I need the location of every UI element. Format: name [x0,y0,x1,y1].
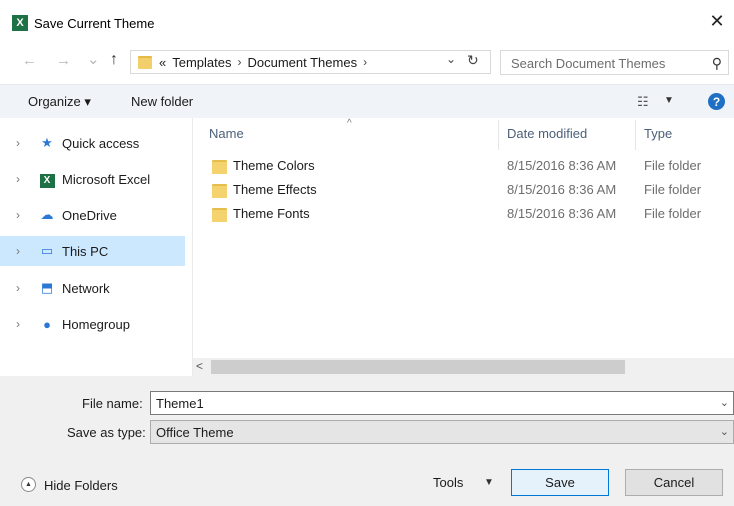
save-as-type-select[interactable]: Office Theme ⌄ [150,420,734,444]
table-row[interactable]: Theme Fonts 8/15/2016 8:36 AM File folde… [193,203,734,227]
folder-icon [212,208,227,222]
file-name-field[interactable]: Theme1 ⌄ [150,391,734,415]
expand-chevron-icon[interactable]: › [16,244,30,258]
file-name-value: Theme1 [156,396,204,411]
navigation-pane: › ★ Quick access › X Microsoft Excel › ☁… [0,118,193,376]
column-divider[interactable] [635,120,636,150]
close-icon[interactable]: ✕ [708,12,726,30]
expand-chevron-icon[interactable]: › [16,317,30,331]
sidebar-item-network[interactable]: › ⬒ Network [0,273,185,303]
column-header-date-modified[interactable]: Date modified [507,126,587,141]
sort-ascending-icon: ^ [347,118,352,129]
file-list: ^ Name Date modified Type Theme Colors 8… [193,118,734,376]
chevron-down-icon[interactable]: ⌄ [720,425,729,438]
onedrive-cloud-icon: ☁ [40,207,54,222]
expand-chevron-icon[interactable]: › [16,281,30,295]
breadcrumb-templates[interactable]: Templates [172,55,231,70]
column-divider[interactable] [498,120,499,150]
expand-chevron-icon[interactable]: › [16,172,30,186]
collapse-up-icon[interactable]: ▲ [21,477,36,492]
sidebar-item-label: OneDrive [62,207,117,223]
column-header-name[interactable]: Name [209,126,244,141]
address-dropdown-icon[interactable]: ⌄ [446,52,456,66]
computer-icon: ▭ [40,243,54,258]
search-icon[interactable]: ⚲ [712,55,722,72]
type-cell: File folder [644,182,702,197]
homegroup-icon: ● [43,316,51,332]
view-dropdown-icon[interactable]: ▼ [664,95,674,106]
breadcrumb-chevron-icon[interactable]: › [363,55,367,69]
save-as-type-label: Save as type: [67,425,146,440]
refresh-icon[interactable]: ↻ [467,52,479,69]
recent-locations-chevron-icon[interactable]: ⌄ [87,50,100,68]
tools-button[interactable]: Tools [433,475,463,490]
file-name-cell: Theme Fonts [233,206,310,221]
column-header-type[interactable]: Type [644,126,672,141]
file-name-cell: Theme Effects [233,182,317,197]
chevron-down-icon[interactable]: ⌄ [720,396,729,409]
forward-arrow-icon[interactable]: → [56,52,71,69]
star-icon: ★ [41,135,53,150]
sidebar-item-this-pc[interactable]: › ▭ This PC [0,236,185,266]
sidebar-item-onedrive[interactable]: › ☁ OneDrive [0,200,185,230]
view-options-icon[interactable]: ☷ [637,94,649,110]
cancel-button[interactable]: Cancel [625,469,723,496]
sidebar-item-microsoft-excel[interactable]: › X Microsoft Excel [0,164,185,194]
sidebar-item-label: This PC [62,243,109,259]
expand-chevron-icon[interactable]: › [16,208,30,222]
network-icon: ⬒ [40,280,54,295]
organize-button[interactable]: Organize ▾ [28,94,91,110]
scrollbar-thumb[interactable] [211,360,625,374]
breadcrumb-overflow[interactable]: « [159,55,166,70]
command-toolbar: Organize ▾ New folder ☷ ▼ ? [0,84,734,119]
type-cell: File folder [644,206,702,221]
table-row[interactable]: Theme Colors 8/15/2016 8:36 AM File fold… [193,155,734,179]
folder-icon [212,184,227,198]
up-arrow-icon[interactable]: ↑ [110,51,118,69]
type-cell: File folder [644,158,702,173]
save-as-type-value: Office Theme [156,425,234,440]
hide-folders-button[interactable]: Hide Folders [44,478,118,493]
date-modified-cell: 8/15/2016 8:36 AM [507,158,617,173]
sidebar-item-label: Quick access [62,135,140,151]
window-title: Save Current Theme [34,16,155,31]
breadcrumb-document-themes[interactable]: Document Themes [247,55,357,70]
folder-icon [212,160,227,174]
search-placeholder: Search Document Themes [511,56,666,71]
date-modified-cell: 8/15/2016 8:36 AM [507,182,617,197]
address-bar[interactable]: « Templates › Document Themes › [130,50,491,74]
expand-chevron-icon[interactable]: › [16,136,30,150]
tools-dropdown-icon[interactable]: ▼ [484,477,494,488]
scroll-left-icon[interactable]: < [196,359,203,373]
save-button[interactable]: Save [511,469,609,496]
file-name-label: File name: [82,396,143,411]
sidebar-item-label: Microsoft Excel [62,171,151,187]
breadcrumb-chevron-icon[interactable]: › [237,55,241,69]
file-name-cell: Theme Colors [233,158,315,173]
sidebar-item-quick-access[interactable]: › ★ Quick access [0,128,185,158]
help-icon[interactable]: ? [708,93,725,110]
title-bar: X Save Current Theme ✕ [0,0,734,44]
table-row[interactable]: Theme Effects 8/15/2016 8:36 AM File fol… [193,179,734,203]
excel-icon: X [12,15,28,31]
sidebar-item-label: Network [62,280,110,296]
date-modified-cell: 8/15/2016 8:36 AM [507,206,617,221]
back-arrow-icon[interactable]: ← [22,52,37,69]
sidebar-item-homegroup[interactable]: › ● Homegroup [0,309,185,339]
excel-icon: X [36,171,58,188]
sidebar-item-label: Homegroup [62,316,130,332]
new-folder-button[interactable]: New folder [131,94,193,109]
folder-icon [138,55,152,69]
search-input[interactable]: Search Document Themes ⚲ [500,50,729,75]
horizontal-scrollbar[interactable]: < [193,358,734,376]
